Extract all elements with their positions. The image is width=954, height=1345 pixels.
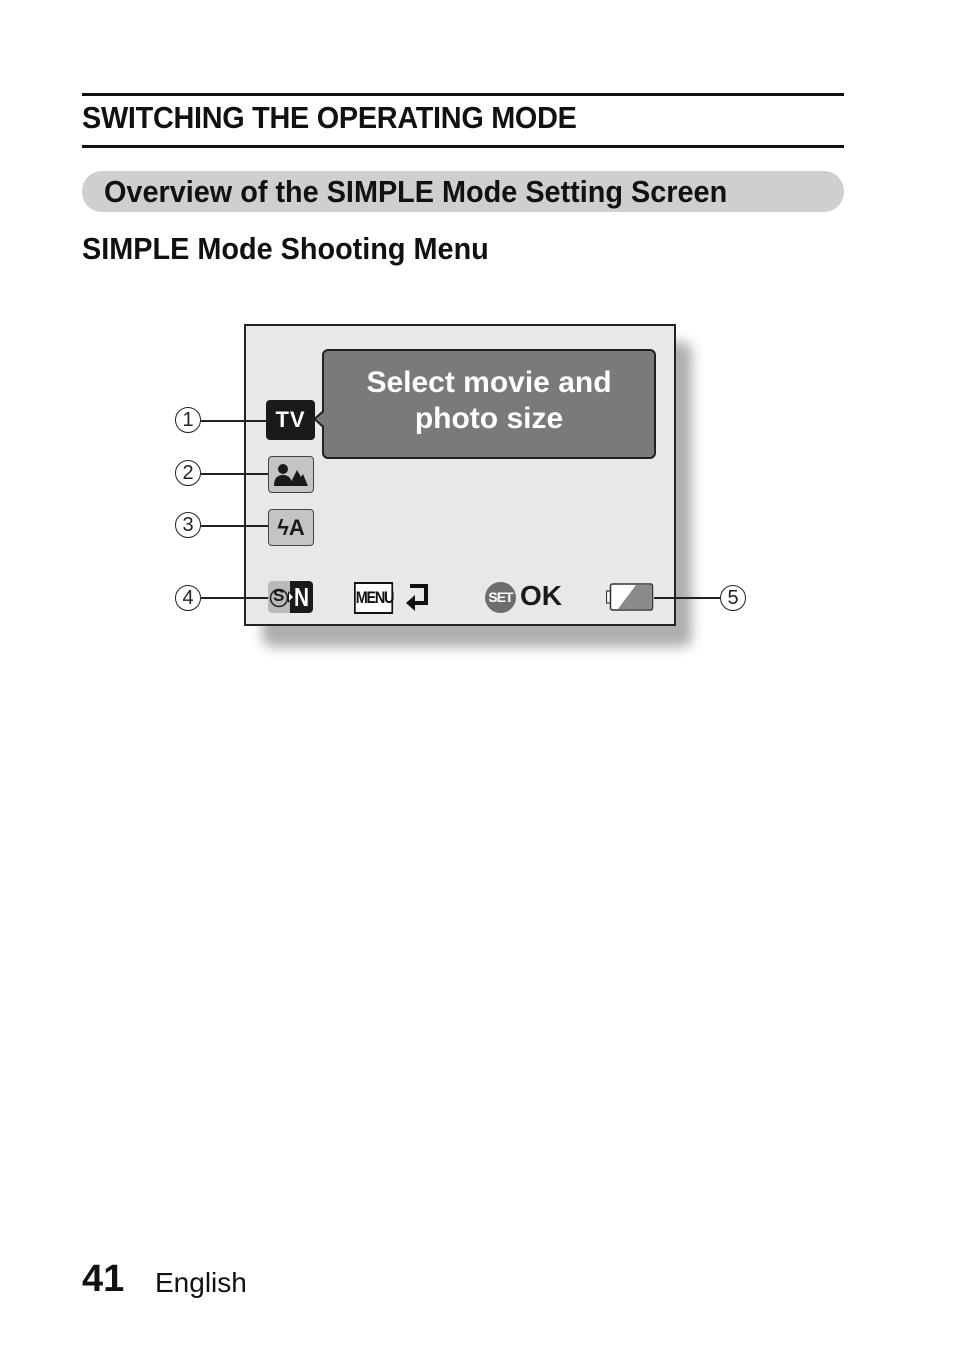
sn-mode-icon[interactable]: S N: [268, 581, 313, 613]
leader-line-1: [201, 420, 266, 422]
sn-s-label: S: [273, 586, 285, 605]
battery-icon: [606, 583, 654, 611]
top-rule: [82, 93, 844, 96]
return-arrow-icon: [406, 584, 428, 611]
callout-1: 1: [175, 407, 201, 433]
leader-line-3: [201, 525, 268, 527]
tv-icon-label: TV: [275, 407, 306, 432]
bubble-tail-fill: [316, 412, 324, 426]
help-bubble: Select movie and photo size: [322, 349, 656, 459]
leader-line-4: [201, 597, 268, 599]
sn-n-label: N: [294, 582, 310, 612]
bottom-rule: [82, 145, 844, 148]
flash-auto-icon[interactable]: ϟA: [268, 509, 314, 546]
ok-label: OK: [520, 580, 562, 611]
bubble-line-1: Select movie and: [366, 366, 612, 399]
flash-auto-label: ϟA: [277, 514, 305, 540]
person-mountain-icon: [274, 463, 308, 486]
menu-button-icon[interactable]: MENU: [354, 582, 394, 614]
subsection-banner: Overview of the SIMPLE Mode Setting Scre…: [82, 171, 844, 212]
scene-icon[interactable]: [268, 456, 314, 493]
subsection-title: Overview of the SIMPLE Mode Setting Scre…: [104, 174, 728, 209]
callout-5: 5: [720, 585, 746, 611]
page-number: 41: [82, 1258, 125, 1300]
leader-line-2: [201, 473, 268, 475]
language-label: English: [155, 1267, 247, 1298]
callout-4: 4: [175, 585, 201, 611]
leader-line-5: [654, 597, 720, 599]
callout-3: 3: [175, 512, 201, 538]
callout-2: 2: [175, 460, 201, 486]
set-button-icon[interactable]: SET: [485, 582, 516, 613]
menu-heading: SIMPLE Mode Shooting Menu: [82, 231, 489, 266]
tv-icon[interactable]: TV: [266, 400, 315, 440]
section-title: SWITCHING THE OPERATING MODE: [82, 100, 577, 135]
bubble-line-2: photo size: [414, 402, 564, 435]
